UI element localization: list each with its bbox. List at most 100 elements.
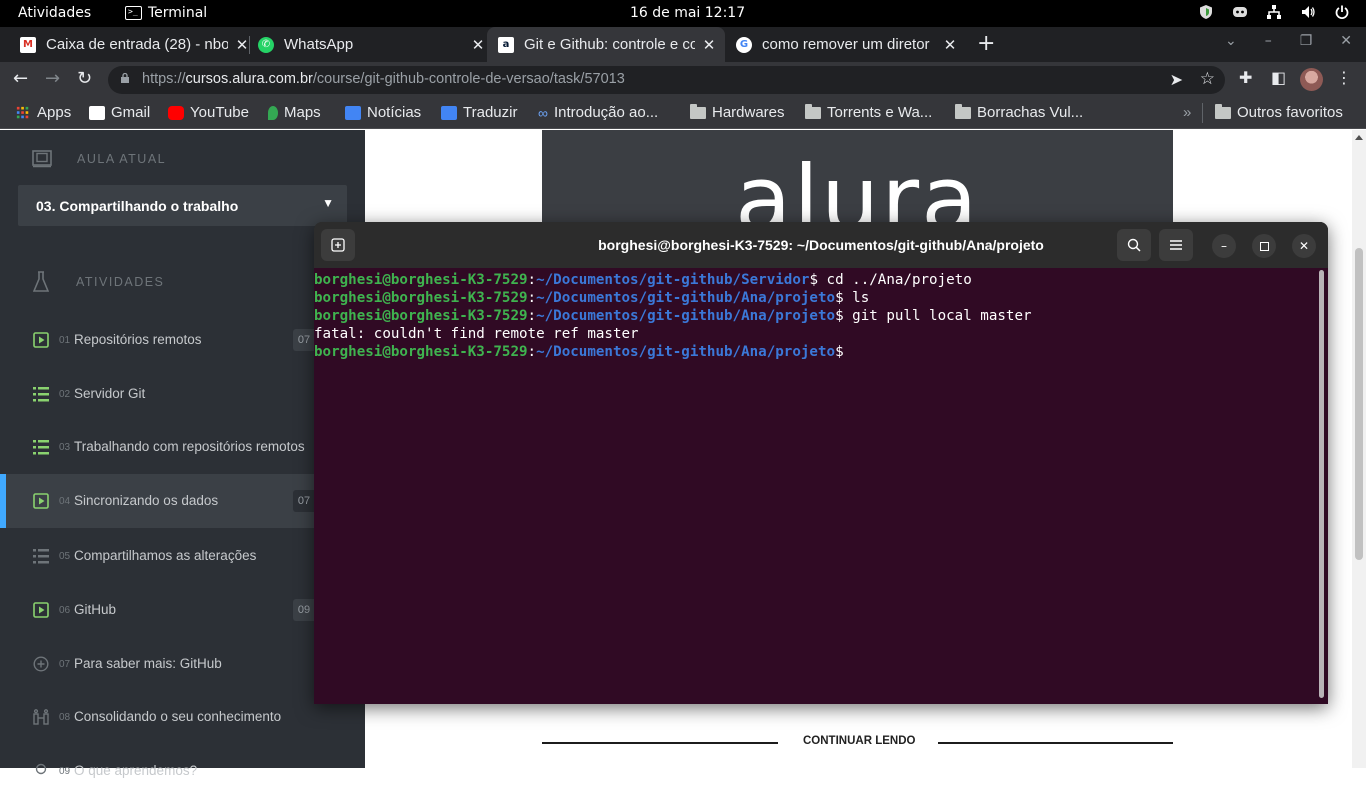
volume-icon[interactable] [1300,4,1316,20]
close-icon[interactable]: ✕ [234,36,250,54]
bookmark-maps[interactable]: Maps [268,104,321,121]
terminal-icon: >_ [125,6,142,20]
tab-alura[interactable]: a Git e Github: controle e co ✕ [487,27,725,62]
close-icon[interactable]: ✕ [701,36,717,54]
list-icon [33,386,49,402]
video-icon [33,602,49,618]
terminal-line: fatal: couldn't find remote ref master [314,326,639,342]
terminal-line: borghesi@borghesi-K3-7529:~/Documentos/g… [314,290,870,306]
bookmark-star-icon[interactable]: ☆ [1200,69,1215,89]
clock[interactable]: 16 de mai 12:17 [630,5,745,21]
command-text: ls [843,290,870,306]
bookmark-folder-torrents[interactable]: Torrents e Wa... [805,103,932,121]
page-scrollbar[interactable] [1352,130,1366,768]
book-icon [32,150,52,168]
terminal-menu-button[interactable] [1159,229,1193,261]
task-item-09[interactable]: 09 O que aprendemos? [0,744,365,798]
task-item-01[interactable]: 01 Repositórios remotos 07 [0,313,365,367]
gmail-icon: M [20,36,36,53]
bookmark-folder-borrachas[interactable]: Borrachas Vul... [955,103,1083,121]
news-icon [345,105,361,120]
bookmark-traduzir[interactable]: Traduzir [441,104,517,121]
hamburger-menu-icon [1170,240,1182,250]
avatar[interactable] [1300,68,1323,91]
task-item-03[interactable]: 03 Trabalhando com repositórios remotos [0,420,365,474]
minimize-button[interactable]: – [1212,234,1236,258]
task-item-08[interactable]: 08 Consolidando o seu conhecimento [0,690,365,744]
bookmarks-overflow-icon[interactable]: » [1183,104,1191,121]
activities-button[interactable]: Atividades [18,5,91,21]
bookmark-apps[interactable]: Apps [15,104,71,121]
shield-icon[interactable] [1198,4,1214,20]
reload-icon[interactable]: ↻ [77,68,92,89]
bookmark-noticias[interactable]: Notícias [345,104,421,121]
network-icon[interactable] [1266,4,1282,20]
task-item-06[interactable]: 06 GitHub 09 [0,583,365,637]
translate-icon [441,105,457,120]
continue-reading-link[interactable]: CONTINUAR LENDO [803,735,915,747]
tab-google-search[interactable]: G como remover um diretor ✕ [728,27,966,62]
bookmark-gmail[interactable]: Gmail [89,104,150,121]
new-tab-button[interactable]: + [977,31,995,56]
project-icon [33,709,49,725]
app-menu[interactable]: >_ Terminal [125,5,207,21]
side-panel-icon[interactable]: ◧ [1271,68,1286,87]
bookmark-youtube[interactable]: YouTube [168,104,249,121]
task-label: Servidor Git [74,386,146,401]
bookmark-folder-other[interactable]: Outros favoritos [1215,103,1343,121]
bookmark-introducao[interactable]: ∞ Introdução ao... [538,104,658,121]
task-number: 02 [59,389,71,400]
task-item-04[interactable]: 04 Sincronizando os dados 07 [0,474,365,528]
chrome-menu-icon[interactable]: ⋮ [1336,68,1352,87]
extensions-icon[interactable]: ✚ [1239,68,1252,87]
task-label: Para saber mais: GitHub [74,656,222,671]
search-icon [1127,238,1141,252]
task-number: 04 [59,496,71,507]
course-sidebar: AULA ATUAL 03. Compartilhando o trabalho… [0,130,365,778]
minimize-icon[interactable]: – [1265,33,1272,49]
folder-icon [805,103,821,119]
folder-icon [690,103,706,119]
video-player[interactable]: alura [542,130,1173,230]
close-icon[interactable]: ✕ [942,36,958,54]
terminal-window[interactable]: borghesi@borghesi-K3-7529: ~/Documentos/… [314,222,1328,704]
flask-icon [33,271,49,292]
forward-icon[interactable]: → [45,68,60,89]
terminal-scrollbar[interactable] [1319,270,1324,698]
prompt-path: ~/Documentos/git-github/Ana/projeto [536,290,836,306]
bookmark-folder-hardwares[interactable]: Hardwares [690,103,785,121]
prompt-path: ~/Documentos/git-github/Servidor [536,272,810,288]
close-button[interactable]: ✕ [1292,234,1316,258]
video-icon [33,493,49,509]
close-icon[interactable]: ✕ [470,36,486,54]
address-bar[interactable]: https://cursos.alura.com.br/course/git-g… [108,66,1225,94]
tab-whatsapp[interactable]: ✆ WhatsApp ✕ [250,27,486,62]
send-icon[interactable]: ➤ [1170,70,1183,89]
bookmarks-bar: Apps Gmail YouTube Maps Notícias Traduzi… [0,97,1366,129]
terminal-output[interactable]: borghesi@borghesi-K3-7529:~/Documentos/g… [314,268,1328,704]
scrollbar-thumb[interactable] [1355,248,1363,560]
tab-gmail[interactable]: M Caixa de entrada (28) - nbo ✕ [12,27,250,62]
continue-reading-divider: CONTINUAR LENDO [542,735,1173,747]
task-item-07[interactable]: 07 Para saber mais: GitHub [0,637,365,691]
task-label: Compartilhamos as alterações [74,548,257,563]
list-icon [33,548,49,564]
power-icon[interactable] [1334,4,1350,20]
activities-header: ATIVIDADES [76,275,165,289]
close-window-icon[interactable]: ✕ [1340,33,1352,49]
maximize-button[interactable] [1252,234,1276,258]
back-icon[interactable]: ← [13,68,28,89]
chapter-select[interactable]: 03. Compartilhando o trabalho ▼ [18,185,347,226]
url-text[interactable]: https://cursos.alura.com.br/course/git-g… [142,71,625,87]
discord-icon[interactable] [1232,4,1248,20]
task-item-05[interactable]: 05 Compartilhamos as alterações [0,529,365,583]
terminal-headerbar[interactable]: borghesi@borghesi-K3-7529: ~/Documentos/… [314,222,1328,268]
task-item-02[interactable]: 02 Servidor Git [0,367,365,421]
tab-search-icon[interactable]: ⌄ [1225,33,1237,49]
task-number: 07 [59,659,71,670]
system-tray[interactable] [1198,4,1350,20]
restore-icon[interactable]: ❐ [1300,33,1313,49]
scroll-up-icon[interactable] [1355,135,1363,140]
terminal-search-button[interactable] [1117,229,1151,261]
task-number: 05 [59,551,71,562]
